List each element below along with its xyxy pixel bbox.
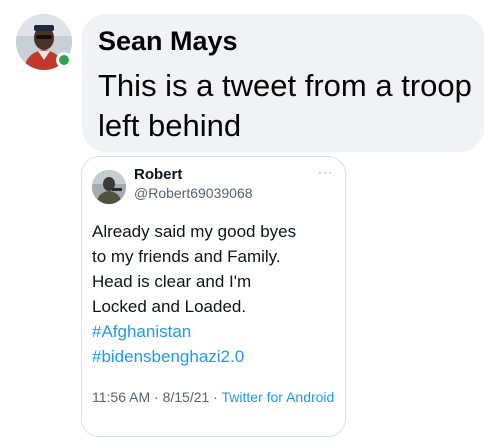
tweet-date[interactable]: 8/15/21 [163,389,210,405]
comment-bubble: Sean Mays This is a tweet from a troop l… [82,14,484,152]
tweet-source-link[interactable]: Twitter for Android [222,389,335,405]
meta-separator: · [150,389,163,405]
tweet-line: Locked and Loaded. [92,297,247,316]
tweet-author-photo [92,170,126,204]
tweet-body: Already said my good byes to my friends … [92,219,340,369]
comment-text: This is a tweet from a troop left behind [98,68,472,143]
tweet-line: Already said my good byes [92,222,297,241]
tweet-author-handle[interactable]: @Robert69039068 [134,185,253,201]
tweet-time[interactable]: 11:56 AM [92,389,150,405]
hashtag-link[interactable]: #Afghanistan [92,319,340,344]
meta-separator: · [209,389,222,405]
tweet-author-name[interactable]: Robert [134,166,182,183]
tweet-line: Head is clear and I'm [92,272,252,291]
online-status-dot [56,52,72,68]
comment-author[interactable]: Sean Mays [98,26,238,57]
tweet-metadata: 11:56 AM · 8/15/21 · Twitter for Android [92,387,340,407]
hashtag-link[interactable]: #bidensbenghazi2.0 [92,344,340,369]
embedded-tweet[interactable]: Robert @Robert69039068 ··· Already said … [81,156,346,437]
tweet-line: to my friends and Family. [92,247,281,266]
tweet-avatar[interactable] [92,170,126,204]
more-options-icon[interactable]: ··· [318,165,333,179]
